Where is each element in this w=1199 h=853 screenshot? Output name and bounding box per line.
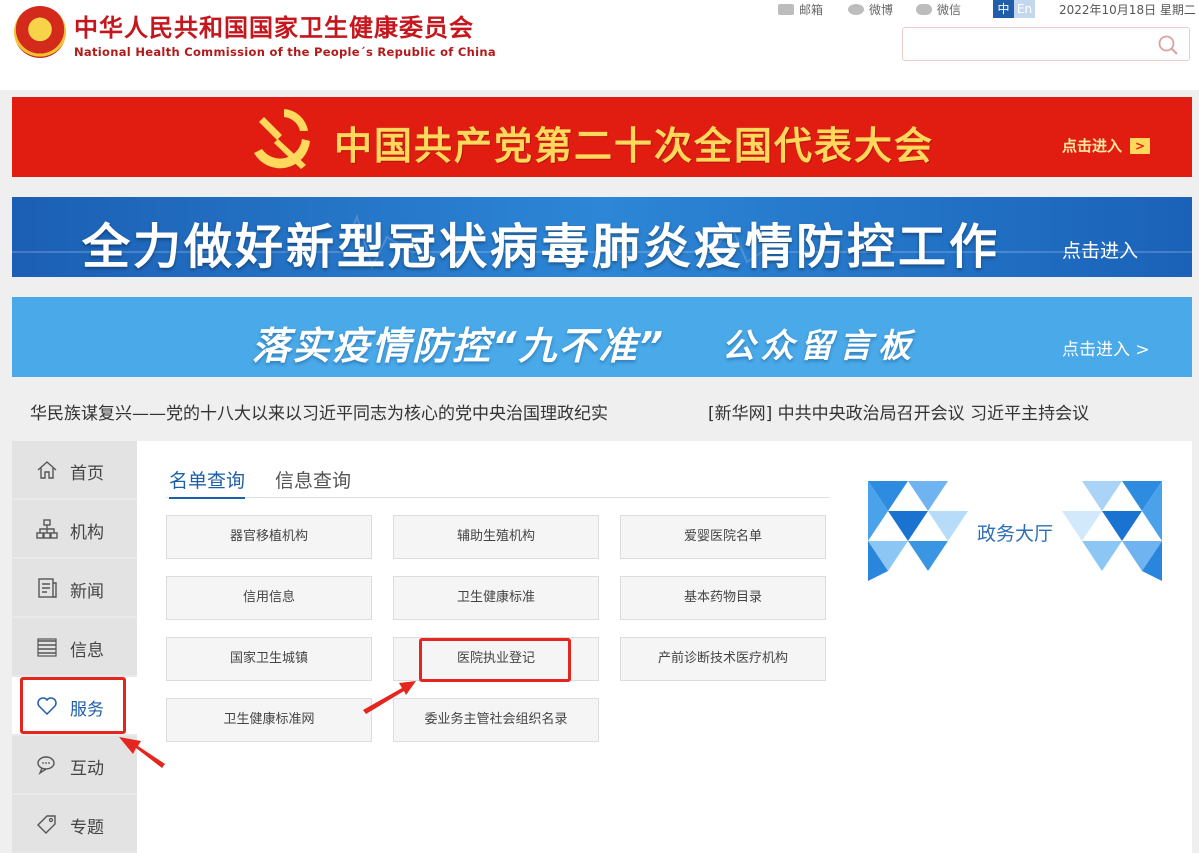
site-title-cn[interactable]: 中华人民共和国国家卫生健康委员会 [74,8,474,43]
search-box [902,27,1190,61]
nav-item-news[interactable]: 新闻 [12,559,137,616]
arrow-right-icon: > [1130,138,1151,154]
query-tabs: 名单查询 信息查询 [166,466,830,499]
banner-message-board[interactable]: 落实疫情防控“九不准” 公众留言板 点击进入 > [12,297,1192,377]
nav-item-service[interactable]: 服务 [12,677,137,734]
national-emblem-icon[interactable]: ★ [14,6,66,58]
mail-label: 邮箱 [799,3,824,17]
wechat-link[interactable]: 微信 [916,1,961,18]
service-item[interactable]: 卫生健康标准网 [166,698,372,742]
nav-label: 互动 [70,759,104,779]
ticker-item[interactable]: 华民族谋复兴——党的十八大以来以习近平同志为核心的党中央治国理政纪实 [30,399,608,424]
mail-icon [778,4,794,15]
header: ★ 中华人民共和国国家卫生健康委员会 National Health Commi… [0,0,1199,90]
home-icon [37,461,57,479]
nav-label: 机构 [70,523,104,543]
nav-item-home[interactable]: 首页 [12,441,137,498]
ticker-item[interactable]: [新华网] 中共中央政治局召开会议 习近平主持会议 [708,399,1089,424]
weibo-link[interactable]: 微博 [848,1,893,18]
banner-covid-prevention[interactable]: 全力做好新型冠状病毒肺炎疫情防控工作 点击进入 [12,197,1192,277]
hammer-sickle-icon [254,109,310,169]
nav-item-interact[interactable]: 互动 [12,736,137,793]
gov-service-hall-banner[interactable]: 政务大厅 [868,481,1162,581]
tag-icon [37,815,56,834]
mail-link[interactable]: 邮箱 [778,1,823,18]
nav-item-info[interactable]: 信息 [12,618,137,675]
banner-congress-enter[interactable]: 点击进入 > [1062,135,1151,156]
left-nav: 首页 机构 新闻 信息 服务 互动 专题 [12,441,137,853]
wechat-label: 微信 [937,3,962,17]
language-switch: 中 En [993,0,1035,18]
heart-icon [37,697,57,716]
site-title-en: National Health Commission of the People… [74,45,496,59]
chat-icon [37,756,55,775]
service-item[interactable]: 卫生健康标准 [393,576,599,620]
service-item[interactable]: 基本药物目录 [620,576,826,620]
service-item[interactable]: 产前诊断技术医疗机构 [620,637,826,681]
banner-covid-enter[interactable]: 点击进入 [1062,236,1138,263]
nav-label: 信息 [70,641,104,661]
nav-item-topic[interactable]: 专题 [12,795,137,852]
service-item[interactable]: 辅助生殖机构 [393,515,599,559]
info-icon [37,638,57,657]
nav-label: 新闻 [70,582,104,602]
nav-label: 专题 [70,818,104,838]
banner-covid-title: 全力做好新型冠状病毒肺炎疫情防控工作 [82,219,1001,275]
org-icon [36,519,58,539]
service-item[interactable]: 器官移植机构 [166,515,372,559]
service-item[interactable]: 委业务主管社会组织名录 [393,698,599,742]
banner-party-congress[interactable]: 中国共产党第二十次全国代表大会 点击进入 > [12,97,1192,177]
tab-info-query[interactable]: 信息查询 [275,466,351,497]
search-input[interactable] [909,33,1153,57]
tab-list-query[interactable]: 名单查询 [169,466,246,499]
lang-zh[interactable]: 中 [993,0,1014,18]
service-item[interactable]: 爱婴医院名单 [620,515,826,559]
lang-en[interactable]: En [1014,0,1035,18]
news-ticker: 华民族谋复兴——党的十八大以来以习近平同志为核心的党中央治国理政纪实 [新华网]… [12,390,1192,428]
banner-board-subtitle: 公众留言板 [722,326,917,365]
weibo-icon [848,4,864,15]
banner-congress-enter-label: 点击进入 [1062,137,1123,155]
current-date: 2022年10月18日 星期二 [1059,3,1196,17]
nav-item-org[interactable]: 机构 [12,500,137,557]
service-content: 名单查询 信息查询 器官移植机构 辅助生殖机构 爱婴医院名单 信用信息 卫生健康… [137,441,1192,853]
service-item-hospital-registration[interactable]: 医院执业登记 [393,637,599,681]
news-icon [38,578,57,598]
banner-board-title: 落实疫情防控“九不准” [252,324,665,368]
weibo-label: 微博 [869,3,894,17]
service-item[interactable]: 国家卫生城镇 [166,637,372,681]
nav-label: 首页 [70,464,104,484]
nav-label: 服务 [70,700,104,720]
banner-board-enter[interactable]: 点击进入 > [1062,335,1150,360]
search-icon[interactable] [1157,34,1179,56]
wechat-icon [916,4,932,15]
gov-service-hall-label: 政务大厅 [976,523,1053,545]
service-item[interactable]: 信用信息 [166,576,372,620]
banner-congress-title: 中国共产党第二十次全国代表大会 [334,124,935,168]
